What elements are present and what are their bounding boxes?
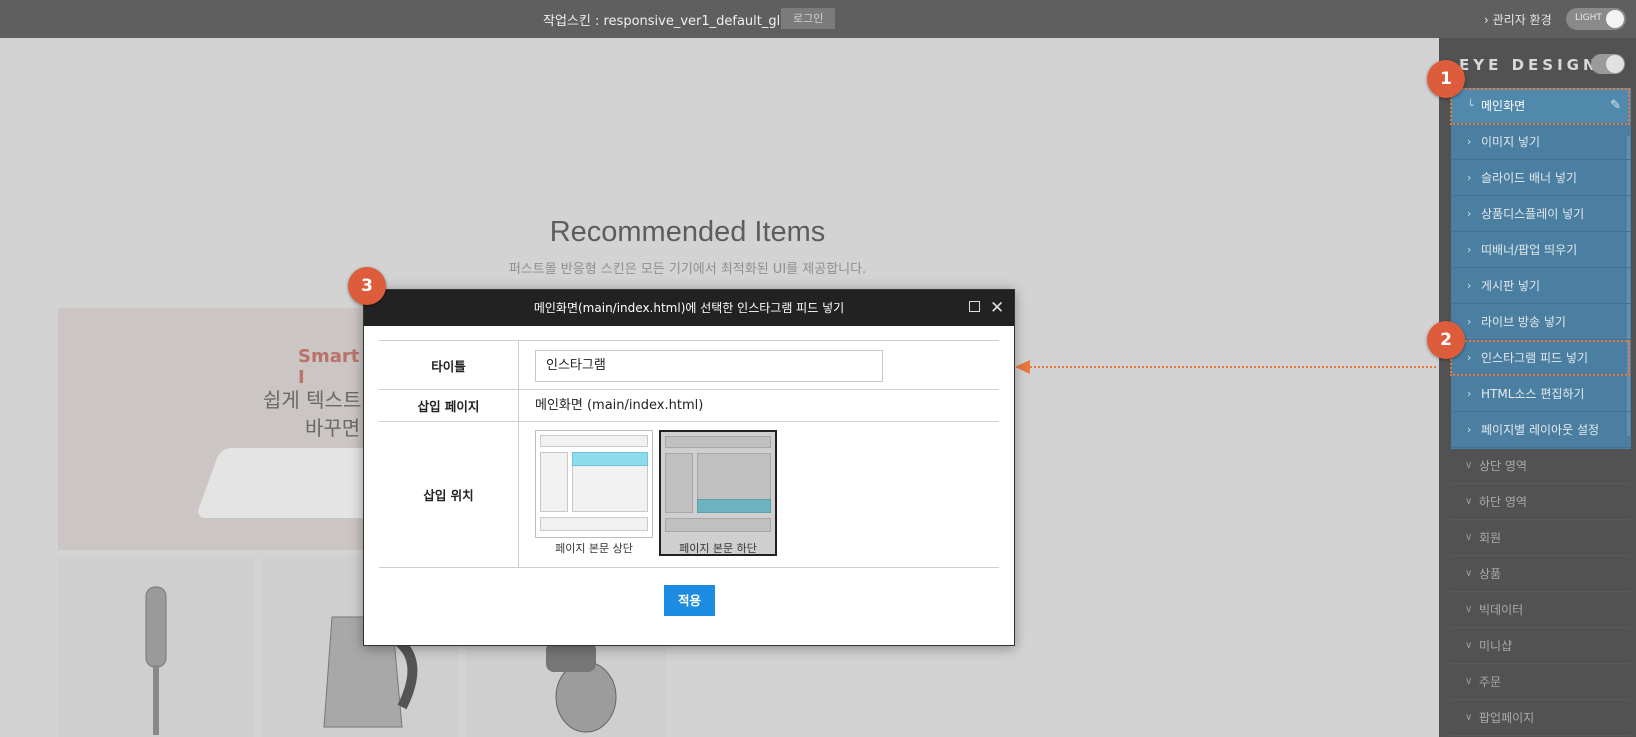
section-popup-page[interactable]: ∨ 팝업페이지 bbox=[1451, 700, 1631, 736]
form-row-title: 타이틀 인스타그램 bbox=[379, 340, 999, 389]
menu-item-edit-html-source[interactable]: › HTML소스 편집하기 bbox=[1451, 376, 1631, 412]
menu-item-insert-image[interactable]: › 이미지 넣기 bbox=[1451, 124, 1631, 160]
top-bar: 작업스킨 : responsive_ver1_default_gl 로그인 › … bbox=[0, 0, 1636, 38]
chevron-down-icon: ∨ bbox=[1465, 460, 1473, 471]
grater-image bbox=[145, 586, 167, 735]
form-row-insert-position: 삽입 위치 페이지 본문 상단 페이지 본문 하단 bbox=[379, 421, 999, 568]
maximize-icon[interactable] bbox=[969, 301, 980, 312]
eye-design-sidebar: EYE DESIGN └ 메인화면 ✎ › 이미지 넣기 › 슬라이드 배너 넣… bbox=[1439, 38, 1636, 737]
highlight-bottom-block bbox=[697, 499, 771, 513]
dialog-form: 타이틀 인스타그램 삽입 페이지 메인화면 (main/index.html) … bbox=[379, 340, 999, 568]
step-badge-1: 1 bbox=[1427, 60, 1465, 98]
chevron-right-icon: › bbox=[1467, 423, 1472, 436]
chevron-down-icon: ∨ bbox=[1465, 568, 1473, 579]
menu-item-label: 슬라이드 배너 넣기 bbox=[1481, 171, 1577, 185]
section-subtitle: 퍼스트몰 반응형 스킨은 모든 기기에서 최적화된 UI를 제공합니다. bbox=[508, 262, 867, 277]
step-badge-2: 2 bbox=[1427, 321, 1465, 359]
title-label: 타이틀 bbox=[379, 341, 519, 389]
menu-item-label: 띠배너/팝업 띄우기 bbox=[1481, 243, 1578, 257]
layout-thumbnail-top bbox=[535, 430, 653, 538]
section-label: 하단 영역 bbox=[1479, 495, 1527, 509]
menu-item-insert-board[interactable]: › 게시판 넣기 bbox=[1451, 268, 1631, 304]
position-option-label: 페이지 본문 하단 bbox=[679, 542, 757, 555]
menu-item-label: HTML소스 편집하기 bbox=[1481, 387, 1585, 401]
insert-page-label: 삽입 페이지 bbox=[379, 390, 519, 421]
insert-page-value: 메인화면 (main/index.html) bbox=[535, 398, 704, 413]
section-product[interactable]: ∨ 상품 bbox=[1451, 556, 1631, 592]
toggle-knob bbox=[1606, 55, 1624, 73]
toggle-knob bbox=[1606, 10, 1624, 28]
eye-design-toggle[interactable] bbox=[1591, 54, 1625, 74]
chevron-right-icon: › bbox=[1467, 315, 1472, 328]
product-card-grater bbox=[58, 557, 254, 737]
menu-item-label: 이미지 넣기 bbox=[1481, 135, 1541, 149]
theme-toggle-label: LIGHT bbox=[1575, 13, 1602, 23]
section-member[interactable]: ∨ 회원 bbox=[1451, 520, 1631, 556]
chevron-down-icon: ∨ bbox=[1465, 496, 1473, 507]
banner-heading: Smart I bbox=[298, 346, 360, 388]
menu-item-label: 페이지별 레이아웃 설정 bbox=[1481, 423, 1600, 437]
menu-item-insert-live-broadcast[interactable]: › 라이브 방송 넣기 bbox=[1451, 304, 1631, 340]
highlight-instagram-feed bbox=[1450, 340, 1630, 376]
layout-thumbnail-bottom bbox=[659, 430, 777, 556]
keyboard-image bbox=[195, 448, 372, 518]
section-label: 빅데이터 bbox=[1479, 603, 1524, 617]
banner-text-line1: 쉽게 텍스트 bbox=[263, 388, 362, 412]
guide-arrow-line bbox=[1030, 366, 1436, 368]
eye-design-title: EYE DESIGN bbox=[1459, 56, 1600, 74]
apply-button[interactable]: 적용 bbox=[664, 585, 715, 616]
chevron-right-icon: › bbox=[1467, 243, 1472, 256]
position-option-label: 페이지 본문 상단 bbox=[555, 542, 633, 555]
insert-position-label: 삽입 위치 bbox=[379, 422, 519, 567]
step-badge-3: 3 bbox=[348, 267, 386, 305]
section-bottom-area[interactable]: ∨ 하단 영역 bbox=[1451, 484, 1631, 520]
form-row-insert-page: 삽입 페이지 메인화면 (main/index.html) bbox=[379, 389, 999, 421]
arrow-left-icon bbox=[1015, 360, 1030, 374]
chevron-down-icon: ∨ bbox=[1465, 676, 1473, 687]
login-button[interactable]: 로그인 bbox=[781, 8, 836, 29]
dialog-title: 메인화면(main/index.html)에 선택한 인스타그램 피드 넣기 bbox=[533, 301, 845, 315]
close-icon[interactable]: ✕ bbox=[990, 290, 1004, 326]
dialog-header: 메인화면(main/index.html)에 선택한 인스타그램 피드 넣기 ✕ bbox=[364, 290, 1014, 326]
section-label: 상단 영역 bbox=[1479, 459, 1527, 473]
section-label: 미니샵 bbox=[1479, 639, 1513, 653]
work-skin-label: 작업스킨 : responsive_ver1_default_gl bbox=[543, 14, 781, 29]
banner-text-line2: 바꾸면 bbox=[305, 416, 361, 440]
chevron-right-icon: › bbox=[1467, 279, 1472, 292]
title-input[interactable]: 인스타그램 bbox=[535, 350, 883, 382]
admin-environment-link[interactable]: › 관리자 환경 bbox=[1484, 11, 1552, 28]
section-bigdata[interactable]: ∨ 빅데이터 bbox=[1451, 592, 1631, 628]
chevron-down-icon: ∨ bbox=[1465, 712, 1473, 723]
chevron-down-icon: ∨ bbox=[1465, 532, 1473, 543]
menu-item-band-banner-popup[interactable]: › 띠배너/팝업 띄우기 bbox=[1451, 232, 1631, 268]
highlight-top-block bbox=[572, 452, 648, 466]
menu-item-label: 라이브 방송 넣기 bbox=[1481, 315, 1566, 329]
insert-instagram-feed-dialog: 메인화면(main/index.html)에 선택한 인스타그램 피드 넣기 ✕… bbox=[363, 289, 1015, 646]
chevron-right-icon: › bbox=[1467, 171, 1472, 184]
section-label: 상품 bbox=[1479, 567, 1502, 581]
highlight-main-screen bbox=[1450, 88, 1630, 125]
chevron-down-icon: ∨ bbox=[1465, 604, 1473, 615]
menu-item-label: 상품디스플레이 넣기 bbox=[1481, 207, 1585, 221]
chevron-right-icon: › bbox=[1467, 207, 1472, 220]
section-top-area[interactable]: ∨ 상단 영역 bbox=[1451, 448, 1631, 484]
section-label: 주문 bbox=[1479, 675, 1502, 689]
menu-item-page-layout-settings[interactable]: › 페이지별 레이아웃 설정 bbox=[1451, 412, 1631, 448]
menu-item-insert-slide-banner[interactable]: › 슬라이드 배너 넣기 bbox=[1451, 160, 1631, 196]
position-option-bottom[interactable]: 페이지 본문 하단 bbox=[659, 430, 777, 558]
menu-item-label: 게시판 넣기 bbox=[1481, 279, 1541, 293]
chevron-right-icon: › bbox=[1467, 135, 1472, 148]
section-minishop[interactable]: ∨ 미니샵 bbox=[1451, 628, 1631, 664]
section-order[interactable]: ∨ 주문 bbox=[1451, 664, 1631, 700]
menu-item-insert-product-display[interactable]: › 상품디스플레이 넣기 bbox=[1451, 196, 1631, 232]
section-title: Recommended Items bbox=[549, 216, 826, 248]
section-label: 팝업페이지 bbox=[1479, 711, 1535, 725]
section-label: 회원 bbox=[1479, 531, 1502, 545]
chevron-right-icon: › bbox=[1467, 387, 1472, 400]
promo-banner: Smart I 쉽게 텍스트 바꾸면 bbox=[58, 308, 372, 550]
chevron-down-icon: ∨ bbox=[1465, 640, 1473, 651]
theme-toggle[interactable]: LIGHT bbox=[1566, 8, 1626, 30]
position-option-top[interactable]: 페이지 본문 상단 bbox=[535, 430, 653, 558]
